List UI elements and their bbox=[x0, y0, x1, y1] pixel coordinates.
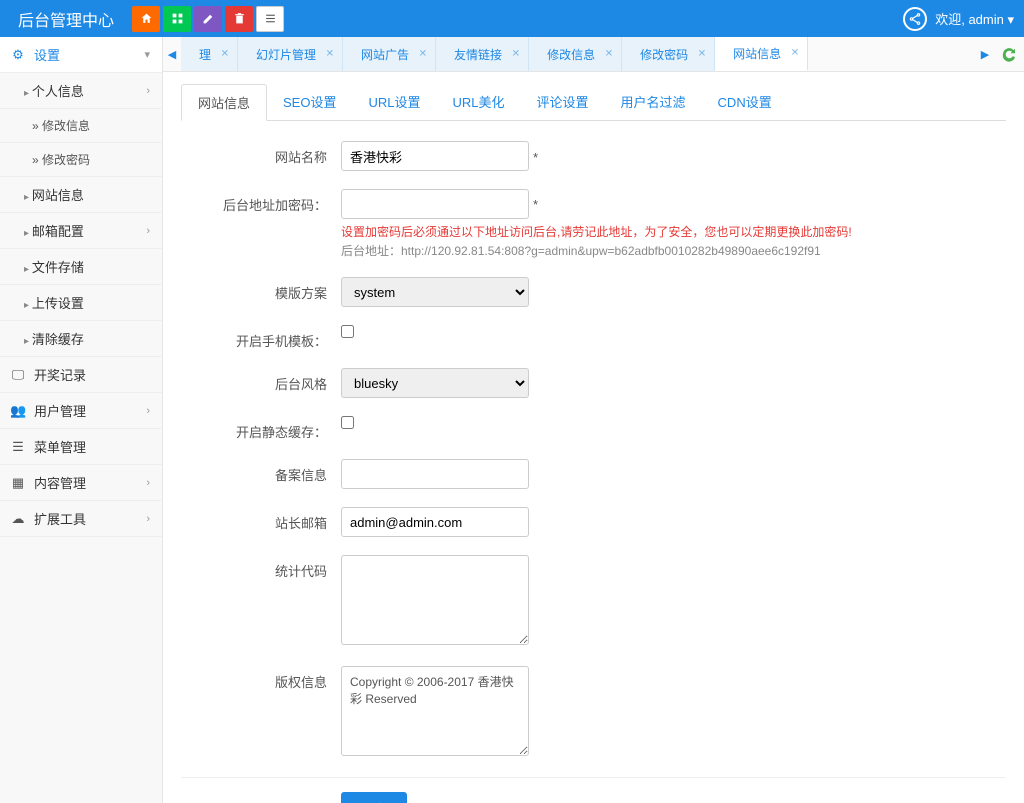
sidebar-personal[interactable]: ▸ 个人信息 › bbox=[0, 73, 162, 109]
icp-label: 备案信息 bbox=[181, 459, 341, 484]
sidebar-site-info[interactable]: ▸ 网站信息 bbox=[0, 177, 162, 213]
monitor-icon: 🖵 bbox=[10, 367, 26, 383]
gear-icon: ⚙ bbox=[10, 47, 26, 63]
sidebar-menu-mgmt[interactable]: ☰菜单管理 bbox=[0, 429, 162, 465]
sidebar-user-mgmt[interactable]: 👥用户管理› bbox=[0, 393, 162, 429]
share-icon[interactable] bbox=[903, 7, 927, 31]
copyright-label: 版权信息 bbox=[181, 666, 341, 691]
brand: 后台管理中心 bbox=[10, 7, 122, 31]
home-button[interactable] bbox=[132, 6, 160, 32]
list-button[interactable] bbox=[256, 6, 284, 32]
site-info-form: 网站名称 * 后台地址加密码： * 设置加密码后必须通过以下地址访问后台,请劳记… bbox=[181, 121, 1006, 803]
mobile-tpl-checkbox[interactable] bbox=[341, 325, 354, 338]
admin-pwd-label: 后台地址加密码： bbox=[181, 189, 341, 214]
subtab-url-rewrite[interactable]: URL美化 bbox=[437, 84, 521, 120]
subtab-url[interactable]: URL设置 bbox=[352, 84, 436, 120]
tab-item[interactable]: 网站广告✕ bbox=[343, 37, 436, 71]
topbar: 后台管理中心 欢迎, admin ▾ bbox=[0, 0, 1024, 37]
tab-item[interactable]: 幻灯片管理✕ bbox=[238, 37, 343, 71]
close-icon[interactable]: ✕ bbox=[698, 49, 706, 60]
sidebar-file-store[interactable]: ▸ 文件存储 bbox=[0, 249, 162, 285]
tab-item[interactable]: 理✕ bbox=[181, 37, 238, 71]
chevron-right-icon: › bbox=[146, 225, 150, 237]
tab-item[interactable]: 修改信息✕ bbox=[529, 37, 622, 71]
sidebar-modify-info[interactable]: » 修改信息 bbox=[0, 109, 162, 143]
webmaster-email-input[interactable] bbox=[341, 507, 529, 537]
chevron-right-icon: › bbox=[146, 85, 150, 97]
stat-code-label: 统计代码 bbox=[181, 555, 341, 580]
subtab-site-info[interactable]: 网站信息 bbox=[181, 84, 267, 121]
save-button[interactable]: 保存 bbox=[341, 792, 407, 803]
cloud-icon: ☁ bbox=[10, 511, 26, 527]
chevron-right-icon: › bbox=[146, 513, 150, 525]
close-icon[interactable]: ✕ bbox=[419, 49, 427, 60]
sidebar-upload-cfg[interactable]: ▸ 上传设置 bbox=[0, 285, 162, 321]
copyright-textarea[interactable] bbox=[341, 666, 529, 756]
sidebar-clear-cache[interactable]: ▸ 清除缓存 bbox=[0, 321, 162, 357]
close-icon[interactable]: ✕ bbox=[512, 49, 520, 60]
grid-button[interactable] bbox=[163, 6, 191, 32]
sidebar-lottery[interactable]: 🖵开奖记录 bbox=[0, 357, 162, 393]
list-icon: ☰ bbox=[10, 439, 26, 455]
webmaster-email-label: 站长邮箱 bbox=[181, 507, 341, 532]
tab-item[interactable]: 网站信息✕ bbox=[715, 37, 808, 71]
static-cache-label: 开启静态缓存： bbox=[181, 416, 341, 441]
sidebar: ⚙ 设置 ▾ ▸ 个人信息 › » 修改信息 » 修改密码 ▸ 网站信息 ▸ 邮箱… bbox=[0, 37, 163, 803]
grid-icon: ▦ bbox=[10, 475, 26, 491]
tabs-row: ◀ 理✕ 幻灯片管理✕ 网站广告✕ 友情链接✕ 修改信息✕ 修改密码✕ 网站信息… bbox=[163, 37, 1024, 72]
tab-item[interactable]: 友情链接✕ bbox=[436, 37, 529, 71]
close-icon[interactable]: ✕ bbox=[791, 48, 799, 59]
sidebar-content-mgmt[interactable]: ▦内容管理› bbox=[0, 465, 162, 501]
welcome-text[interactable]: 欢迎, admin ▾ bbox=[935, 9, 1014, 28]
chevron-right-icon: › bbox=[146, 405, 150, 417]
site-name-label: 网站名称 bbox=[181, 141, 341, 166]
chevron-right-icon: › bbox=[146, 477, 150, 489]
sidebar-settings-label: 设置 bbox=[34, 45, 60, 64]
admin-pwd-hint-gray: 后台地址：http://120.92.81.54:808?g=admin&upw… bbox=[341, 242, 1006, 259]
stat-code-textarea[interactable] bbox=[341, 555, 529, 645]
admin-style-label: 后台风格 bbox=[181, 368, 341, 393]
subtab-cdn[interactable]: CDN设置 bbox=[702, 84, 788, 120]
template-label: 模版方案 bbox=[181, 277, 341, 302]
admin-style-select[interactable]: bluesky bbox=[341, 368, 529, 398]
icp-input[interactable] bbox=[341, 459, 529, 489]
subtabs: 网站信息 SEO设置 URL设置 URL美化 评论设置 用户名过滤 CDN设置 bbox=[181, 84, 1006, 121]
edit-button[interactable] bbox=[194, 6, 222, 32]
refresh-button[interactable] bbox=[994, 37, 1024, 71]
users-icon: 👥 bbox=[10, 403, 26, 419]
tab-nav-left[interactable]: ◀ bbox=[163, 37, 181, 71]
subtab-username-filter[interactable]: 用户名过滤 bbox=[605, 84, 702, 120]
sidebar-mail-cfg[interactable]: ▸ 邮箱配置 › bbox=[0, 213, 162, 249]
site-name-input[interactable] bbox=[341, 141, 529, 171]
tab-item[interactable]: 修改密码✕ bbox=[622, 37, 715, 71]
tab-nav-right[interactable]: ▶ bbox=[976, 37, 994, 71]
close-icon[interactable]: ✕ bbox=[605, 49, 613, 60]
static-cache-checkbox[interactable] bbox=[341, 416, 354, 429]
sidebar-modify-pwd[interactable]: » 修改密码 bbox=[0, 143, 162, 177]
trash-button[interactable] bbox=[225, 6, 253, 32]
admin-pwd-input[interactable] bbox=[341, 189, 529, 219]
template-select[interactable]: system bbox=[341, 277, 529, 307]
sidebar-settings[interactable]: ⚙ 设置 ▾ bbox=[0, 37, 162, 73]
admin-pwd-hint-red: 设置加密码后必须通过以下地址访问后台,请劳记此地址，为了安全，您也可以定期更换此… bbox=[341, 223, 1006, 240]
chevron-down-icon: ▾ bbox=[144, 48, 150, 61]
sidebar-ext-tools[interactable]: ☁扩展工具› bbox=[0, 501, 162, 537]
mobile-tpl-label: 开启手机模板： bbox=[181, 325, 341, 350]
subtab-seo[interactable]: SEO设置 bbox=[267, 84, 352, 120]
subtab-comment[interactable]: 评论设置 bbox=[521, 84, 605, 120]
close-icon[interactable]: ✕ bbox=[326, 49, 334, 60]
close-icon[interactable]: ✕ bbox=[221, 49, 229, 60]
